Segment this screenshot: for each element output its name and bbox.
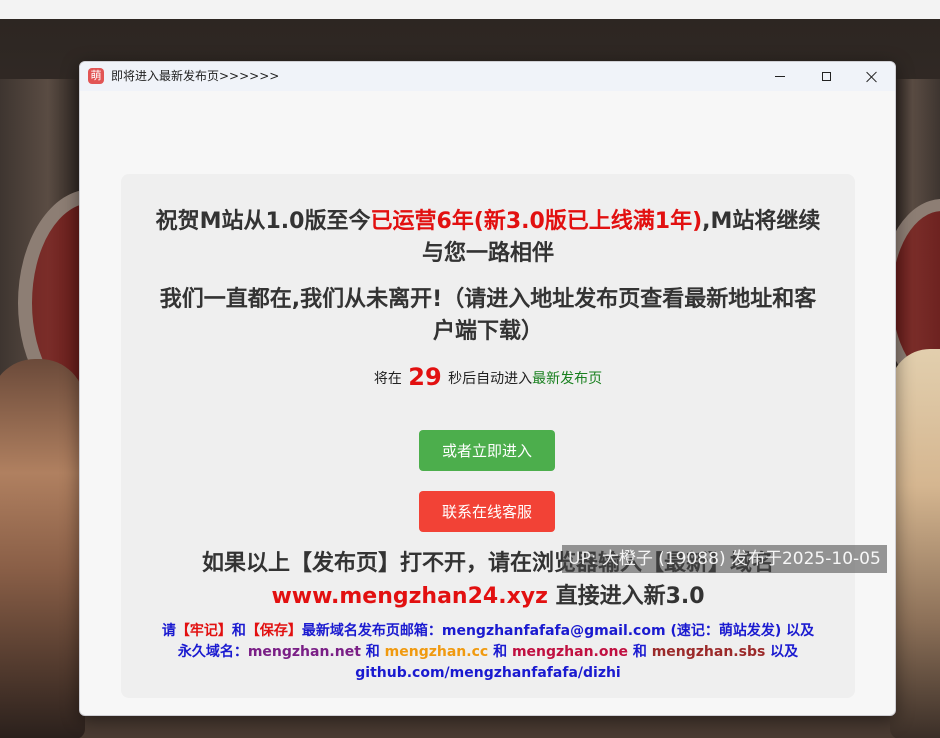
- countdown-line: 将在 29 秒后自动进入最新发布页: [151, 362, 825, 394]
- background-figure-left: [0, 359, 85, 738]
- maximize-icon: [821, 72, 831, 81]
- anniversary-headline: 祝贺M站从1.0版至今已运营6年(新3.0版已上线满1年),M站将继续与您一路相…: [151, 206, 825, 270]
- fallback-domain-suffix: 直接进入新3.0: [555, 584, 705, 609]
- domain-notes: 请【牢记】和【保存】最新域名发布页邮箱：mengzhanfafafa@gmail…: [157, 621, 819, 684]
- note-remember: 【牢记】: [175, 623, 232, 639]
- app-icon: 萌: [88, 68, 104, 84]
- fallback-domain-link[interactable]: www.mengzhan24.xyz: [271, 584, 547, 609]
- contact-service-button[interactable]: 联系在线客服: [419, 491, 555, 532]
- background-figure-right: [890, 349, 940, 738]
- headline-highlight: 已运营6年(新3.0版已上线满1年): [370, 209, 703, 234]
- domain-cc-link[interactable]: mengzhan.cc: [385, 644, 489, 660]
- countdown-prefix: 将在: [373, 371, 402, 387]
- title-bar[interactable]: 萌 即将进入最新发布页>>>>>>: [80, 62, 895, 91]
- close-button[interactable]: [849, 62, 895, 91]
- maximize-button[interactable]: [803, 62, 849, 91]
- fallback-domain-line: www.mengzhan24.xyz 直接进入新3.0: [141, 582, 835, 612]
- note-and-1: 和: [231, 623, 246, 639]
- note-and-2: 和: [365, 644, 380, 660]
- note-please: 请: [161, 623, 176, 639]
- window-title: 即将进入最新发布页>>>>>>: [111, 69, 280, 83]
- headline-text-start: 祝贺M站从1.0版至今: [155, 209, 371, 234]
- note-and-3: 和: [493, 644, 508, 660]
- domain-one-link[interactable]: mengzhan.one: [512, 644, 628, 660]
- domain-sbs-link[interactable]: mengzhan.sbs: [652, 644, 766, 660]
- note-save: 【保存】: [245, 623, 302, 639]
- countdown-middle: 秒后自动进入: [448, 371, 533, 387]
- still-here-headline: 我们一直都在,我们从未离开!（请进入地址发布页查看最新地址和客户端下载）: [159, 287, 817, 344]
- enter-now-button[interactable]: 或者立即进入: [419, 430, 555, 471]
- announcement-panel: 祝贺M站从1.0版至今已运营6年(新3.0版已上线满1年),M站将继续与您一路相…: [121, 174, 855, 698]
- minimize-button[interactable]: [757, 62, 803, 91]
- domain-net-link[interactable]: mengzhan.net: [248, 644, 361, 660]
- countdown-link[interactable]: 最新发布页: [532, 371, 602, 387]
- countdown-seconds: 29: [408, 363, 442, 391]
- close-icon: [866, 71, 878, 83]
- top-strip: [0, 0, 940, 19]
- uploader-watermark: UP: 大橙子 (19088) 发布于2025-10-05: [562, 545, 887, 573]
- note-and-4: 和: [632, 644, 647, 660]
- minimize-icon: [775, 76, 785, 77]
- popup-window: 萌 即将进入最新发布页>>>>>> 祝贺M站从1.0版至今已运营6年(新3.0版…: [79, 61, 896, 716]
